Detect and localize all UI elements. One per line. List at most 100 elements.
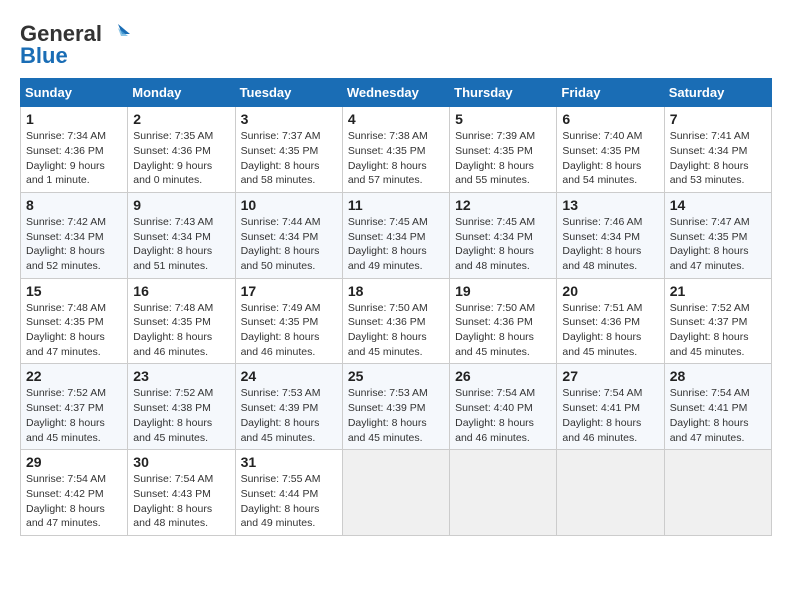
- day-number: 18: [348, 283, 444, 299]
- day-cell: 23Sunrise: 7:52 AMSunset: 4:38 PMDayligh…: [128, 364, 235, 450]
- day-cell: [557, 450, 664, 536]
- day-cell: 5Sunrise: 7:39 AMSunset: 4:35 PMDaylight…: [450, 107, 557, 193]
- day-number: 14: [670, 197, 766, 213]
- day-detail: Sunrise: 7:49 AMSunset: 4:35 PMDaylight:…: [241, 301, 337, 360]
- day-detail: Sunrise: 7:45 AMSunset: 4:34 PMDaylight:…: [348, 215, 444, 274]
- day-cell: 16 Sunrise: 7:48 AMSunset: 4:35 PMDayligh…: [128, 278, 235, 364]
- day-number: 9: [133, 197, 229, 213]
- day-number: 12: [455, 197, 551, 213]
- week-row-2: 8 Sunrise: 7:42 AMSunset: 4:34 PMDaylight…: [21, 192, 772, 278]
- day-number: 23: [133, 368, 229, 384]
- day-detail: Sunrise: 7:53 AMSunset: 4:39 PMDaylight:…: [348, 386, 444, 445]
- column-header-wednesday: Wednesday: [342, 79, 449, 107]
- column-header-tuesday: Tuesday: [235, 79, 342, 107]
- day-detail: Sunrise: 7:50 AMSunset: 4:36 PMDaylight:…: [348, 301, 444, 360]
- day-detail: Sunrise: 7:41 AMSunset: 4:34 PMDaylight:…: [670, 129, 766, 188]
- day-detail: Sunrise: 7:54 AMSunset: 4:41 PMDaylight:…: [670, 386, 766, 445]
- day-number: 3: [241, 111, 337, 127]
- day-detail: Sunrise: 7:52 AMSunset: 4:37 PMDaylight:…: [26, 386, 122, 445]
- day-cell: 4 Sunrise: 7:38 AMSunset: 4:35 PMDaylight…: [342, 107, 449, 193]
- day-cell: 2 Sunrise: 7:35 AMSunset: 4:36 PMDaylight…: [128, 107, 235, 193]
- calendar-header: SundayMondayTuesdayWednesdayThursdayFrid…: [21, 79, 772, 107]
- day-detail: Sunrise: 7:37 AMSunset: 4:35 PMDaylight:…: [241, 129, 337, 188]
- day-number: 6: [562, 111, 658, 127]
- day-cell: 3 Sunrise: 7:37 AMSunset: 4:35 PMDaylight…: [235, 107, 342, 193]
- day-detail: Sunrise: 7:48 AMSunset: 4:35 PMDaylight:…: [133, 301, 229, 360]
- day-number: 13: [562, 197, 658, 213]
- day-detail: Sunrise: 7:43 AMSunset: 4:34 PMDaylight:…: [133, 215, 229, 274]
- day-detail: Sunrise: 7:54 AMSunset: 4:43 PMDaylight:…: [133, 472, 229, 531]
- day-number: 15: [26, 283, 122, 299]
- day-cell: 14 Sunrise: 7:47 AMSunset: 4:35 PMDayligh…: [664, 192, 771, 278]
- day-cell: 26 Sunrise: 7:54 AMSunset: 4:40 PMDayligh…: [450, 364, 557, 450]
- day-number: 11: [348, 197, 444, 213]
- day-detail: Sunrise: 7:52 AMSunset: 4:37 PMDaylight:…: [670, 301, 766, 360]
- week-row-1: 1 Sunrise: 7:34 AMSunset: 4:36 PMDaylight…: [21, 107, 772, 193]
- page-header: General Blue: [20, 20, 772, 68]
- day-number: 22: [26, 368, 122, 384]
- day-cell: 29Sunrise: 7:54 AMSunset: 4:42 PMDayligh…: [21, 450, 128, 536]
- day-number: 7: [670, 111, 766, 127]
- calendar-table: SundayMondayTuesdayWednesdayThursdayFrid…: [20, 78, 772, 536]
- week-row-4: 22 Sunrise: 7:52 AMSunset: 4:37 PMDayligh…: [21, 364, 772, 450]
- day-cell: [450, 450, 557, 536]
- column-header-friday: Friday: [557, 79, 664, 107]
- day-number: 28: [670, 368, 766, 384]
- day-cell: 25 Sunrise: 7:53 AMSunset: 4:39 PMDayligh…: [342, 364, 449, 450]
- day-cell: [664, 450, 771, 536]
- day-detail: Sunrise: 7:34 AMSunset: 4:36 PMDaylight:…: [26, 129, 122, 188]
- day-cell: 1 Sunrise: 7:34 AMSunset: 4:36 PMDaylight…: [21, 107, 128, 193]
- day-cell: 19 Sunrise: 7:50 AMSunset: 4:36 PMDayligh…: [450, 278, 557, 364]
- day-cell: 13 Sunrise: 7:46 AMSunset: 4:34 PMDayligh…: [557, 192, 664, 278]
- day-cell: 27 Sunrise: 7:54 AMSunset: 4:41 PMDayligh…: [557, 364, 664, 450]
- day-detail: Sunrise: 7:35 AMSunset: 4:36 PMDaylight:…: [133, 129, 229, 188]
- day-cell: 20 Sunrise: 7:51 AMSunset: 4:36 PMDayligh…: [557, 278, 664, 364]
- day-detail: Sunrise: 7:51 AMSunset: 4:36 PMDaylight:…: [562, 301, 658, 360]
- day-detail: Sunrise: 7:39 AMSunset: 4:35 PMDaylight:…: [455, 129, 551, 188]
- logo: General Blue: [20, 20, 132, 68]
- day-cell: 10 Sunrise: 7:44 AMSunset: 4:34 PMDayligh…: [235, 192, 342, 278]
- day-cell: 8 Sunrise: 7:42 AMSunset: 4:34 PMDaylight…: [21, 192, 128, 278]
- day-detail: Sunrise: 7:40 AMSunset: 4:35 PMDaylight:…: [562, 129, 658, 188]
- day-number: 4: [348, 111, 444, 127]
- day-detail: Sunrise: 7:44 AMSunset: 4:34 PMDaylight:…: [241, 215, 337, 274]
- day-number: 21: [670, 283, 766, 299]
- day-cell: 18 Sunrise: 7:50 AMSunset: 4:36 PMDayligh…: [342, 278, 449, 364]
- day-number: 25: [348, 368, 444, 384]
- day-cell: 6 Sunrise: 7:40 AMSunset: 4:35 PMDaylight…: [557, 107, 664, 193]
- week-row-3: 15 Sunrise: 7:48 AMSunset: 4:35 PMDayligh…: [21, 278, 772, 364]
- header-row: SundayMondayTuesdayWednesdayThursdayFrid…: [21, 79, 772, 107]
- day-number: 19: [455, 283, 551, 299]
- day-cell: 9 Sunrise: 7:43 AMSunset: 4:34 PMDaylight…: [128, 192, 235, 278]
- day-number: 16: [133, 283, 229, 299]
- day-cell: 28 Sunrise: 7:54 AMSunset: 4:41 PMDayligh…: [664, 364, 771, 450]
- day-detail: Sunrise: 7:54 AMSunset: 4:40 PMDaylight:…: [455, 386, 551, 445]
- day-detail: Sunrise: 7:45 AMSunset: 4:34 PMDaylight:…: [455, 215, 551, 274]
- day-detail: Sunrise: 7:50 AMSunset: 4:36 PMDaylight:…: [455, 301, 551, 360]
- day-detail: Sunrise: 7:47 AMSunset: 4:35 PMDaylight:…: [670, 215, 766, 274]
- day-number: 20: [562, 283, 658, 299]
- day-detail: Sunrise: 7:54 AMSunset: 4:41 PMDaylight:…: [562, 386, 658, 445]
- day-number: 29: [26, 454, 122, 470]
- day-cell: 7 Sunrise: 7:41 AMSunset: 4:34 PMDaylight…: [664, 107, 771, 193]
- day-detail: Sunrise: 7:38 AMSunset: 4:35 PMDaylight:…: [348, 129, 444, 188]
- day-cell: 31Sunrise: 7:55 AMSunset: 4:44 PMDayligh…: [235, 450, 342, 536]
- day-number: 26: [455, 368, 551, 384]
- day-detail: Sunrise: 7:48 AMSunset: 4:35 PMDaylight:…: [26, 301, 122, 360]
- week-row-5: 29Sunrise: 7:54 AMSunset: 4:42 PMDayligh…: [21, 450, 772, 536]
- day-cell: 21 Sunrise: 7:52 AMSunset: 4:37 PMDayligh…: [664, 278, 771, 364]
- day-number: 27: [562, 368, 658, 384]
- day-number: 1: [26, 111, 122, 127]
- day-detail: Sunrise: 7:42 AMSunset: 4:34 PMDaylight:…: [26, 215, 122, 274]
- day-cell: [342, 450, 449, 536]
- day-cell: 24Sunrise: 7:53 AMSunset: 4:39 PMDayligh…: [235, 364, 342, 450]
- day-cell: 30Sunrise: 7:54 AMSunset: 4:43 PMDayligh…: [128, 450, 235, 536]
- day-cell: 17Sunrise: 7:49 AMSunset: 4:35 PMDayligh…: [235, 278, 342, 364]
- day-number: 2: [133, 111, 229, 127]
- day-cell: 11 Sunrise: 7:45 AMSunset: 4:34 PMDayligh…: [342, 192, 449, 278]
- day-number: 31: [241, 454, 337, 470]
- day-detail: Sunrise: 7:46 AMSunset: 4:34 PMDaylight:…: [562, 215, 658, 274]
- day-number: 10: [241, 197, 337, 213]
- day-number: 24: [241, 368, 337, 384]
- day-number: 8: [26, 197, 122, 213]
